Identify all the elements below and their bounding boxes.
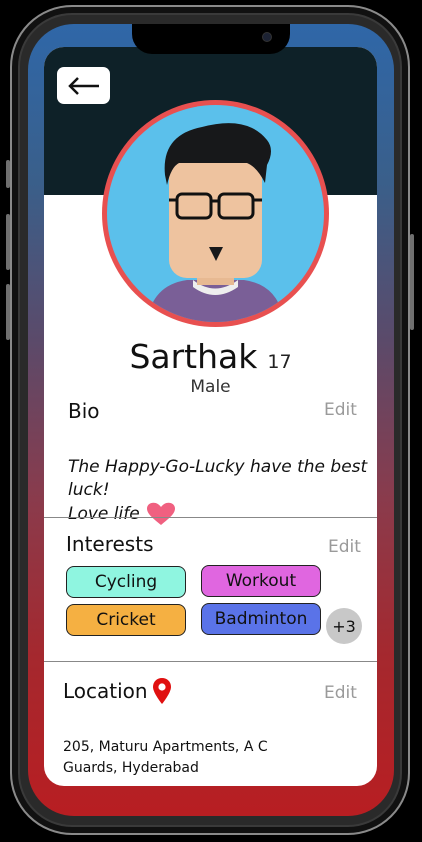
interest-chip-badminton[interactable]: Badminton	[201, 603, 321, 635]
avatar-illustration	[147, 123, 284, 322]
profile-age: 17	[267, 351, 292, 373]
power-button	[410, 234, 414, 330]
interest-chip-cricket[interactable]: Cricket	[66, 604, 186, 636]
name-row: Sarthak 17	[44, 337, 377, 376]
heart-icon	[146, 502, 175, 525]
phone-screen: Sarthak 17 Male Bio Edit The Happy-Go-Lu…	[28, 24, 394, 816]
location-pin-icon	[153, 678, 171, 704]
profile-name: Sarthak	[129, 337, 258, 376]
more-interests-badge[interactable]: +3	[326, 608, 362, 644]
interest-chip-cycling[interactable]: Cycling	[66, 566, 186, 598]
divider	[44, 517, 377, 518]
bio-line-2: Love life	[68, 502, 368, 526]
avatar[interactable]	[107, 105, 324, 322]
notch	[132, 24, 290, 54]
bio-text: The Happy-Go-Lucky have the best luck! L…	[68, 456, 368, 526]
bio-line-1: The Happy-Go-Lucky have the best luck!	[68, 457, 368, 500]
interest-chip-workout[interactable]: Workout	[201, 565, 321, 597]
location-title: Location	[63, 679, 148, 703]
back-button[interactable]	[57, 67, 110, 104]
volume-up-button	[6, 214, 10, 270]
location-edit-button[interactable]: Edit	[324, 683, 357, 703]
bio-edit-button[interactable]: Edit	[324, 400, 357, 420]
divider	[44, 661, 377, 662]
interests-title: Interests	[66, 532, 154, 556]
volume-down-button	[6, 284, 10, 340]
interests-edit-button[interactable]: Edit	[328, 537, 361, 557]
avatar-ring	[102, 100, 329, 327]
profile-gender: Male	[190, 377, 231, 397]
back-arrow-icon	[67, 76, 99, 95]
profile-card: Sarthak 17 Male Bio Edit The Happy-Go-Lu…	[44, 47, 377, 786]
front-camera	[262, 32, 272, 42]
location-address: 205, Maturu Apartments, A C Guards, Hyde…	[63, 739, 268, 776]
bio-title: Bio	[68, 399, 100, 423]
mute-switch	[6, 160, 10, 188]
bio-line-2-text: Love life	[68, 504, 140, 524]
